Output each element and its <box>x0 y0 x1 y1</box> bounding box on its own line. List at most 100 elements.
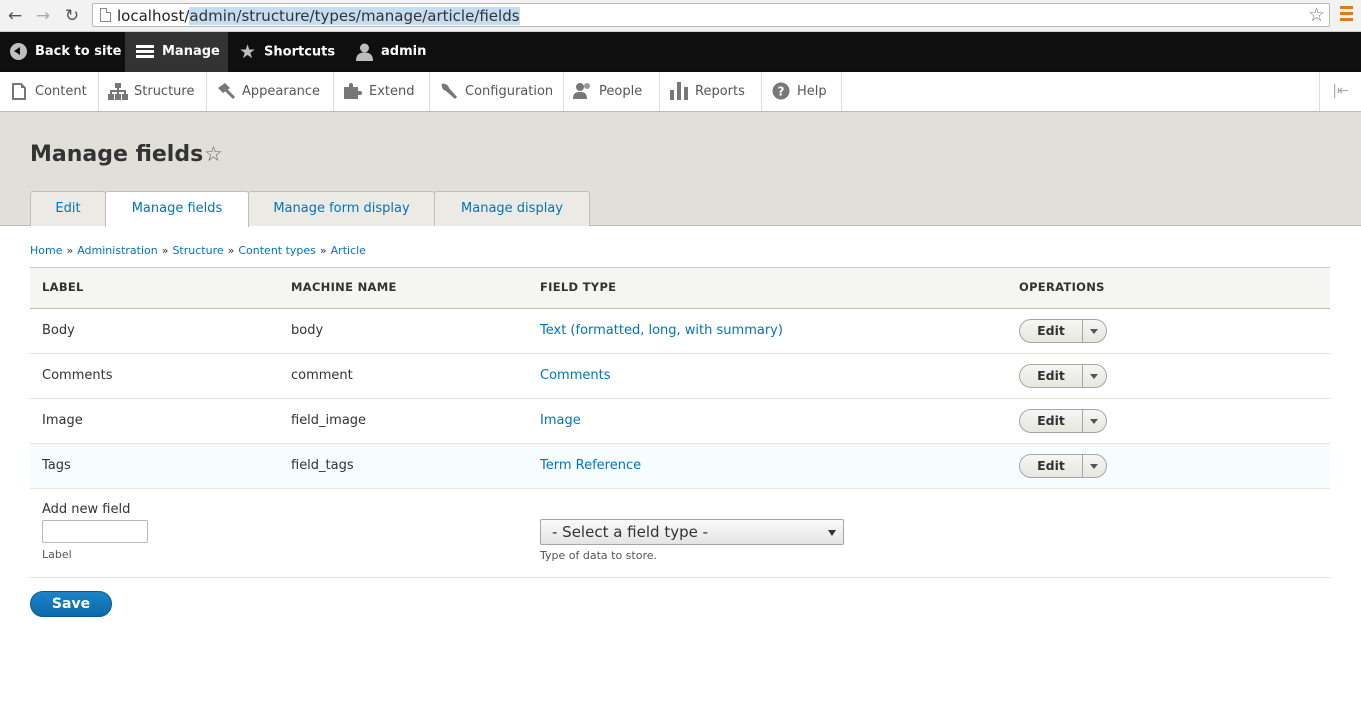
manage-tab[interactable]: Manage <box>125 32 228 72</box>
menu-label-people: People <box>599 84 643 99</box>
select-arrow-icon <box>828 530 836 536</box>
address-bar[interactable]: localhost/admin/structure/types/manage/a… <box>92 3 1330 27</box>
edit-button[interactable]: Edit <box>1019 409 1083 433</box>
admin-toolbar: Back to site Manage ★ Shortcuts admin <box>0 32 1361 72</box>
menu-label-reports: Reports <box>695 84 745 99</box>
field-type-select-value: - Select a field type - <box>552 523 709 541</box>
header-machine-name: MACHINE NAME <box>291 280 397 294</box>
row-label: Tags <box>42 458 71 473</box>
breadcrumb-structure[interactable]: Structure <box>172 244 223 257</box>
back-to-site-link[interactable]: Back to site <box>10 32 125 72</box>
browser-menu-icon[interactable] <box>1340 6 1354 24</box>
people-icon <box>573 72 593 111</box>
menu-item-people[interactable]: People <box>564 72 660 111</box>
url-text[interactable]: localhost/admin/structure/types/manage/a… <box>117 6 520 26</box>
row-machine-name: field_image <box>291 413 367 428</box>
user-icon <box>356 43 373 61</box>
tab-manage-form-display[interactable]: Manage form display <box>248 191 435 226</box>
url-path: admin/structure/types/manage/article/fie… <box>189 7 520 25</box>
header-operations: OPERATIONS <box>1019 280 1105 294</box>
page-title: Manage fields <box>30 142 204 167</box>
admin-menu: Content Structure Appearance Extend Conf… <box>0 72 1361 112</box>
dropbutton-toggle-icon[interactable] <box>1082 454 1107 478</box>
row-machine-name: field_tags <box>291 458 354 473</box>
file-icon <box>9 72 29 111</box>
menu-item-structure[interactable]: Structure <box>99 72 207 111</box>
menu-label-content: Content <box>35 84 87 99</box>
tab-manage-display[interactable]: Manage display <box>434 191 590 226</box>
add-new-field-title: Add new field <box>42 502 131 517</box>
dropbutton-toggle-icon[interactable] <box>1082 319 1107 343</box>
edit-button[interactable]: Edit <box>1019 364 1083 388</box>
dropbutton-toggle-icon[interactable] <box>1082 364 1107 388</box>
menu-item-extend[interactable]: Extend <box>334 72 430 111</box>
table-header: LABEL MACHINE NAME FIELD TYPE OPERATIONS <box>30 267 1330 309</box>
breadcrumb-separator: » <box>66 244 74 257</box>
row-label: Body <box>42 323 75 338</box>
back-to-site-label: Back to site <box>35 44 122 59</box>
manage-label: Manage <box>162 44 220 59</box>
toolbar-collapse-icon[interactable]: |⇤ <box>1319 72 1361 111</box>
menu-label-structure: Structure <box>134 84 195 99</box>
field-type-description: Type of data to store. <box>540 549 657 562</box>
paintbrush-icon <box>216 72 236 111</box>
page-icon <box>100 8 111 22</box>
menu-item-appearance[interactable]: Appearance <box>207 72 334 111</box>
breadcrumb-administration[interactable]: Administration <box>77 244 158 257</box>
tab-edit[interactable]: Edit <box>30 191 106 226</box>
menu-item-help[interactable]: ? Help <box>762 72 842 111</box>
row-field-type-link[interactable]: Comments <box>540 368 610 383</box>
shortcuts-tab[interactable]: ★ Shortcuts <box>239 32 344 72</box>
dropbutton-toggle-icon[interactable] <box>1082 409 1107 433</box>
user-tab[interactable]: admin <box>356 32 436 72</box>
hamburger-icon <box>136 43 154 60</box>
operations-dropbutton: Edit <box>1019 364 1107 388</box>
row-label: Comments <box>42 368 113 383</box>
sitemap-icon <box>108 72 128 111</box>
header-field-type: FIELD TYPE <box>540 280 617 294</box>
table-row: Image field_image Image Edit <box>30 399 1330 444</box>
browser-toolbar: ← → ↻ localhost/admin/structure/types/ma… <box>0 0 1361 32</box>
breadcrumb-article[interactable]: Article <box>331 244 366 257</box>
breadcrumb-separator: » <box>161 244 169 257</box>
row-label: Image <box>42 413 83 428</box>
row-machine-name: comment <box>291 368 353 383</box>
row-field-type-link[interactable]: Text (formatted, long, with summary) <box>540 323 783 338</box>
tab-manage-fields[interactable]: Manage fields <box>105 191 249 227</box>
edit-button[interactable]: Edit <box>1019 454 1083 478</box>
new-field-label-description: Label <box>42 548 72 561</box>
row-field-type-link[interactable]: Term Reference <box>540 458 641 473</box>
bookmark-star-icon[interactable]: ☆ <box>1308 4 1325 26</box>
forward-arrow-icon[interactable]: → <box>32 5 54 27</box>
breadcrumb-separator: » <box>227 244 235 257</box>
new-field-label-input[interactable] <box>42 520 148 543</box>
row-field-type-link[interactable]: Image <box>540 413 581 428</box>
operations-dropbutton: Edit <box>1019 454 1107 478</box>
table-row: Body body Text (formatted, long, with su… <box>30 309 1330 354</box>
breadcrumb-content-types[interactable]: Content types <box>238 244 316 257</box>
breadcrumb: Home» Administration» Structure» Content ty… <box>30 244 366 257</box>
breadcrumb-separator: » <box>319 244 327 257</box>
reload-icon[interactable]: ↻ <box>61 5 83 27</box>
menu-item-content[interactable]: Content <box>0 72 99 111</box>
help-icon: ? <box>771 72 791 111</box>
menu-item-configuration[interactable]: Configuration <box>430 72 564 111</box>
back-arrow-icon[interactable]: ← <box>4 5 26 27</box>
url-host: localhost/ <box>117 7 190 25</box>
wrench-icon <box>439 72 459 111</box>
page-header: Manage fields ☆ Edit Manage fields Manag… <box>0 112 1361 227</box>
operations-dropbutton: Edit <box>1019 319 1107 343</box>
add-new-field-row: Add new field Label - Select a field typ… <box>30 489 1330 578</box>
table-row: Comments comment Comments Edit <box>30 354 1330 399</box>
save-button[interactable]: Save <box>30 591 112 617</box>
row-machine-name: body <box>291 323 324 338</box>
svg-text:?: ? <box>778 85 785 99</box>
shortcut-star-icon[interactable]: ☆ <box>204 142 223 166</box>
bar-chart-icon <box>669 72 689 111</box>
star-icon: ★ <box>239 41 257 63</box>
field-type-select[interactable]: - Select a field type - <box>540 519 844 545</box>
menu-item-reports[interactable]: Reports <box>660 72 762 111</box>
edit-button[interactable]: Edit <box>1019 319 1083 343</box>
menu-label-help: Help <box>797 84 827 99</box>
breadcrumb-home[interactable]: Home <box>30 244 62 257</box>
